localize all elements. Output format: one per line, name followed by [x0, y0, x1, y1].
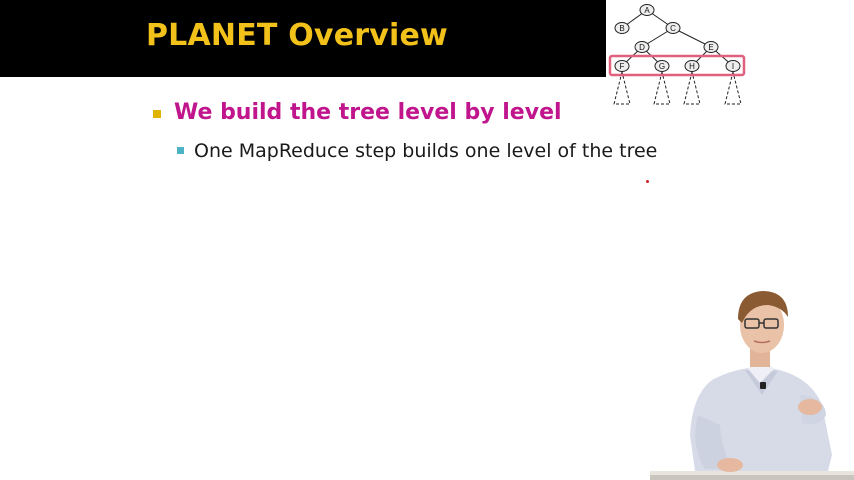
slide-title: PLANET Overview [146, 18, 448, 53]
tree-node-label: F [620, 62, 625, 71]
tree-node-label: A [644, 6, 650, 15]
laser-pointer-dot [646, 180, 649, 183]
bullet-marker-level1 [153, 110, 161, 118]
tree-diagram: A B C D E F G H I [608, 4, 746, 105]
tree-node-label: I [732, 62, 734, 71]
tree-node-label: B [619, 24, 624, 33]
bullet-level2: One MapReduce step builds one level of t… [194, 140, 658, 162]
lapel-mic [760, 382, 766, 389]
tree-node-label: E [708, 43, 713, 52]
bullet-level1: We build the tree level by level [174, 100, 562, 125]
tree-node-label: G [659, 62, 665, 71]
bullet-marker-level2 [177, 147, 184, 154]
tree-node-label: C [670, 24, 676, 33]
tree-node-label: H [689, 62, 695, 71]
tree-node-label: D [639, 43, 645, 52]
speaker-figure [650, 291, 854, 480]
speaker-hand [798, 399, 822, 415]
